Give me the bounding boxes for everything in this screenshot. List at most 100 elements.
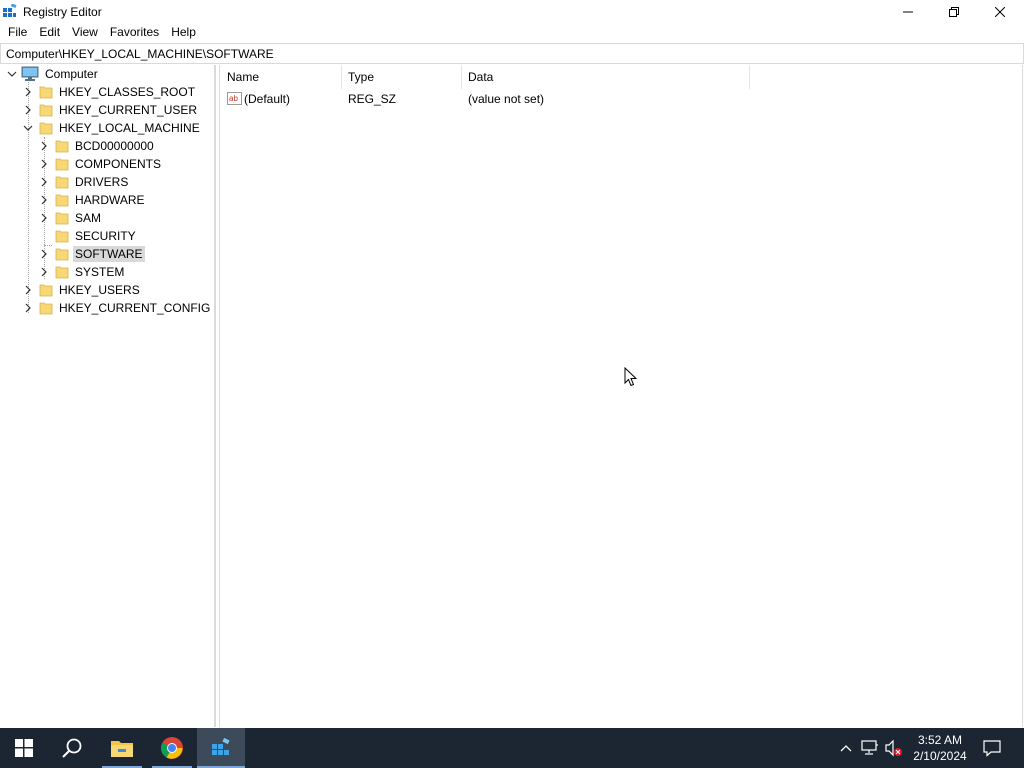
column-header-data[interactable]: Data xyxy=(462,65,750,89)
action-center-button[interactable] xyxy=(982,738,1002,758)
menu-file[interactable]: File xyxy=(2,23,33,42)
svg-text:ab: ab xyxy=(229,94,238,103)
search-icon xyxy=(62,738,82,758)
clock-time: 3:52 AM xyxy=(917,733,963,747)
tree-item-label: HARDWARE xyxy=(75,193,145,207)
pane-splitter[interactable] xyxy=(215,65,220,727)
search-button[interactable] xyxy=(48,728,96,768)
restore-button[interactable] xyxy=(931,0,977,23)
folder-icon xyxy=(55,140,69,153)
menu-favorites[interactable]: Favorites xyxy=(104,23,165,42)
tree-item-label: HKEY_CURRENT_USER xyxy=(59,103,198,117)
chevron-right-icon[interactable] xyxy=(23,299,33,317)
restore-icon xyxy=(949,6,959,17)
network-icon xyxy=(861,740,878,755)
chevron-right-icon[interactable] xyxy=(39,191,49,209)
key-tree-pane[interactable]: Computer HKEY_CLASSES_ROOT HKEY_CURRENT_… xyxy=(1,65,215,727)
clock-date: 2/10/2024 xyxy=(913,749,967,763)
chevron-down-icon[interactable] xyxy=(7,65,17,83)
menu-view[interactable]: View xyxy=(66,23,104,42)
folder-icon xyxy=(55,230,69,243)
chevron-right-icon[interactable] xyxy=(39,137,49,155)
taskbar-chrome[interactable] xyxy=(148,728,196,768)
tree-item-label: HKEY_CLASSES_ROOT xyxy=(59,85,196,99)
folder-icon xyxy=(55,158,69,171)
column-header-name[interactable]: Name xyxy=(221,65,342,89)
menu-help[interactable]: Help xyxy=(165,23,202,42)
folder-icon xyxy=(55,266,69,279)
column-header-type[interactable]: Type xyxy=(342,65,462,89)
tree-item-label: BCD00000000 xyxy=(75,139,154,153)
registry-editor-icon xyxy=(212,737,230,755)
tree-item-hkey-users[interactable]: HKEY_USERS xyxy=(23,281,142,299)
chevron-right-icon[interactable] xyxy=(39,155,49,173)
chevron-right-icon[interactable] xyxy=(39,209,49,227)
registry-editor-icon xyxy=(2,4,17,19)
chevron-right-icon[interactable] xyxy=(23,83,33,101)
address-bar[interactable]: Computer\HKEY_LOCAL_MACHINE\SOFTWARE xyxy=(0,43,1024,64)
chevron-right-icon[interactable] xyxy=(23,281,33,299)
folder-icon xyxy=(39,302,53,315)
tree-item-label: COMPONENTS xyxy=(75,157,162,171)
chevron-right-icon[interactable] xyxy=(39,245,49,263)
folder-icon xyxy=(55,248,69,261)
close-icon xyxy=(995,6,1005,17)
tree-item-hkey-current-config[interactable]: HKEY_CURRENT_CONFIG xyxy=(23,299,212,317)
title-bar: Registry Editor xyxy=(0,0,1024,23)
tree-item-hkey-current-user[interactable]: HKEY_CURRENT_USER xyxy=(23,101,199,119)
values-list-pane[interactable]: Name Type Data ab (Default) REG_SZ (valu… xyxy=(221,65,1022,727)
menu-bar: File Edit View Favorites Help xyxy=(0,23,1024,42)
volume-muted-icon xyxy=(885,739,902,757)
volume-tray-button[interactable] xyxy=(884,738,904,758)
show-hidden-icons-button[interactable] xyxy=(836,738,856,758)
chevron-up-icon xyxy=(840,745,852,752)
tree-item-system[interactable]: SYSTEM xyxy=(39,263,126,281)
value-type: REG_SZ xyxy=(348,92,397,106)
tree-item-bcd00000000[interactable]: BCD00000000 xyxy=(39,137,156,155)
computer-icon xyxy=(21,66,39,81)
tree-item-label: SYSTEM xyxy=(75,265,125,279)
taskbar-file-explorer[interactable] xyxy=(98,728,146,768)
tree-item-label: HKEY_LOCAL_MACHINE xyxy=(59,121,200,135)
start-icon xyxy=(15,739,33,757)
folder-icon xyxy=(39,104,53,117)
notification-icon xyxy=(983,740,1001,757)
chrome-icon xyxy=(161,737,183,759)
close-button[interactable] xyxy=(977,0,1023,23)
window-border xyxy=(1022,65,1023,727)
tree-item-label: SECURITY xyxy=(75,229,136,243)
tree-item-label: DRIVERS xyxy=(75,175,129,189)
chevron-right-icon[interactable] xyxy=(39,173,49,191)
tree-item-components[interactable]: COMPONENTS xyxy=(39,155,163,173)
tree-item-label: SOFTWARE xyxy=(73,246,145,262)
taskbar-clock[interactable]: 3:52 AM 2/10/2024 xyxy=(905,732,975,764)
tree-item-label: Computer xyxy=(45,67,98,81)
tree-item-hardware[interactable]: HARDWARE xyxy=(39,191,147,209)
taskbar-registry-editor[interactable] xyxy=(197,728,245,768)
chevron-down-icon[interactable] xyxy=(23,119,33,137)
chevron-right-icon[interactable] xyxy=(39,263,49,281)
tree-item-hkey-local-machine[interactable]: HKEY_LOCAL_MACHINE xyxy=(23,119,202,137)
tree-item-label: HKEY_USERS xyxy=(59,283,140,297)
tree-item-drivers[interactable]: DRIVERS xyxy=(39,173,130,191)
tree-item-software[interactable]: SOFTWARE xyxy=(39,245,145,263)
value-name: (Default) xyxy=(244,92,291,106)
tree-item-label: HKEY_CURRENT_CONFIG xyxy=(59,301,211,315)
tree-item-label: SAM xyxy=(75,211,102,225)
tree-item-security[interactable]: SECURITY xyxy=(39,227,138,245)
tree-item-computer[interactable]: Computer xyxy=(7,65,100,83)
menu-edit[interactable]: Edit xyxy=(33,23,66,42)
minimize-button[interactable] xyxy=(885,0,931,23)
start-button[interactable] xyxy=(0,728,48,768)
tree-item-hkey-classes-root[interactable]: HKEY_CLASSES_ROOT xyxy=(23,83,197,101)
folder-icon xyxy=(39,284,53,297)
mouse-cursor-icon xyxy=(624,367,638,387)
address-path: Computer\HKEY_LOCAL_MACHINE\SOFTWARE xyxy=(6,47,274,61)
tree-item-sam[interactable]: SAM xyxy=(39,209,103,227)
folder-icon xyxy=(55,194,69,207)
file-explorer-icon xyxy=(111,741,133,757)
network-tray-button[interactable] xyxy=(860,738,880,758)
folder-icon xyxy=(55,176,69,189)
minimize-icon xyxy=(903,11,913,12)
chevron-right-icon[interactable] xyxy=(23,101,33,119)
